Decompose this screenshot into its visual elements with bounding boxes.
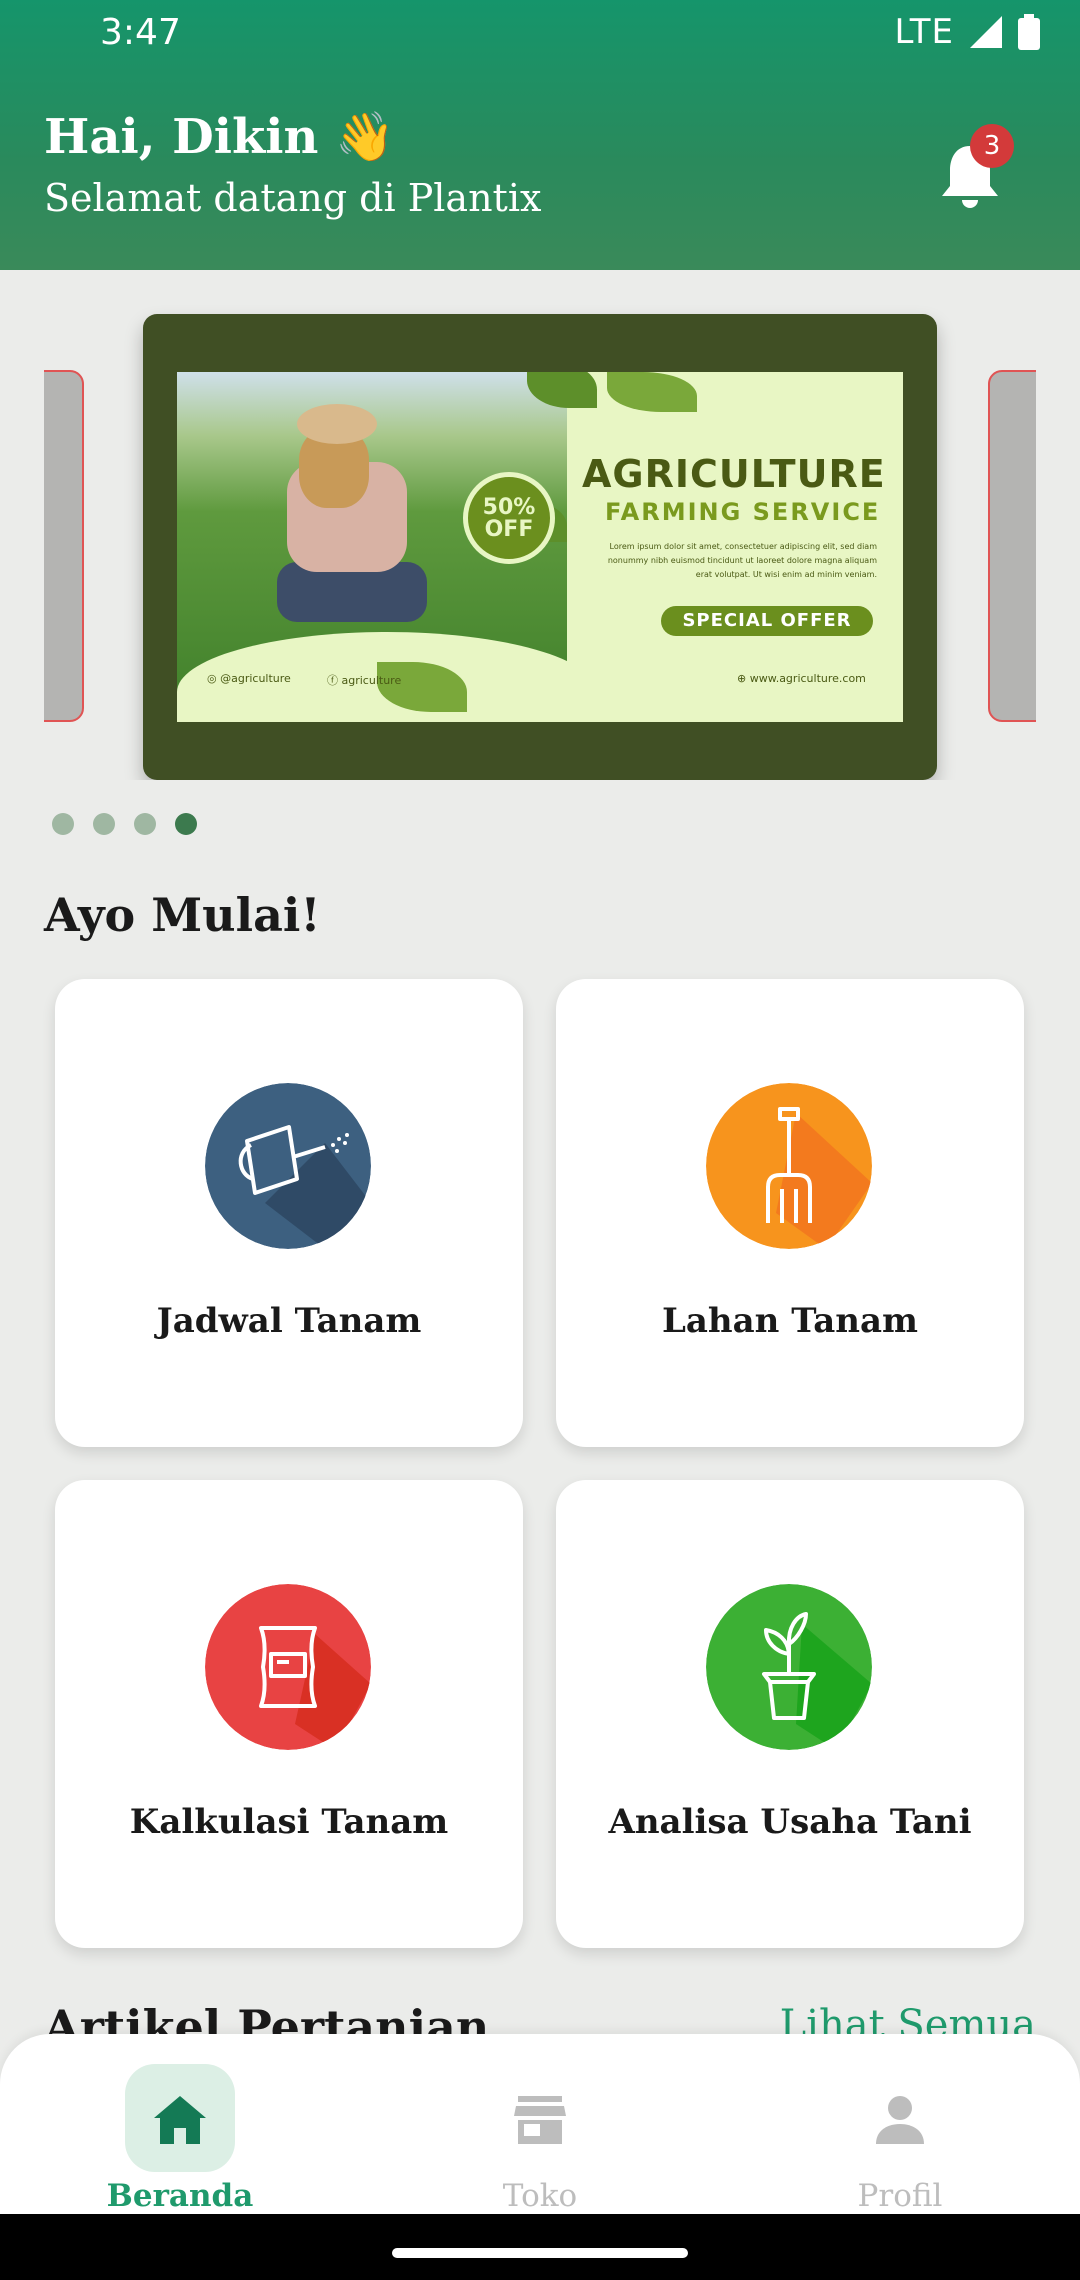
signal-icon — [970, 16, 1002, 48]
banner-website: ⊕ www.agriculture.com — [737, 672, 866, 685]
menu-card-label: Jadwal Tanam — [156, 1301, 422, 1341]
battery-icon — [1018, 14, 1040, 50]
welcome-text: Selamat datang di Plantix — [44, 176, 542, 220]
promo-carousel[interactable]: 50% OFF AGRICULTURE FARMING SERVICE Lore… — [44, 300, 1036, 780]
carousel-dot[interactable] — [52, 813, 74, 835]
carousel-dot-active[interactable] — [175, 813, 197, 835]
menu-card-kalkulasi-tanam[interactable]: Kalkulasi Tanam — [55, 1480, 523, 1948]
menu-card-lahan-tanam[interactable]: Lahan Tanam — [556, 979, 1024, 1447]
notification-badge: 3 — [970, 124, 1014, 168]
banner-body: Lorem ipsum dolor sit amet, consectetuer… — [607, 542, 877, 579]
carousel-indicator — [52, 813, 197, 835]
carousel-dot[interactable] — [134, 813, 156, 835]
offer-badge: 50% OFF — [463, 472, 555, 564]
status-bar: 3:47 LTE — [0, 0, 1080, 70]
menu-card-label: Analisa Usaha Tani — [608, 1802, 972, 1842]
promo-banner: 50% OFF AGRICULTURE FARMING SERVICE Lore… — [177, 372, 903, 722]
banner-subtitle: FARMING SERVICE — [605, 498, 881, 526]
menu-card-label: Kalkulasi Tanam — [129, 1802, 449, 1842]
greeting: Hai, Dikin 👋 — [44, 109, 395, 165]
watering-can-icon — [205, 1083, 371, 1249]
menu-card-analisa-usaha-tani[interactable]: Analisa Usaha Tani — [556, 1480, 1024, 1948]
nav-label: Toko — [502, 2178, 578, 2214]
potted-plant-icon — [706, 1584, 872, 1750]
carousel-prev-card[interactable] — [44, 370, 84, 722]
section-title: Ayo Mulai! — [44, 888, 321, 942]
special-offer-label: SPECIAL OFFER — [661, 606, 873, 636]
nav-label: Beranda — [106, 2178, 254, 2214]
banner-instagram: ◎ @agriculture — [207, 672, 291, 685]
network-type: LTE — [894, 12, 954, 52]
system-navigation-bar — [0, 2214, 1080, 2280]
fertilizer-sack-icon — [205, 1584, 371, 1750]
bottom-navigation: Beranda Toko Profil — [0, 2034, 1080, 2214]
status-indicators: LTE — [894, 12, 1040, 52]
nav-beranda[interactable]: Beranda — [80, 2050, 280, 2214]
home-gesture-handle[interactable] — [392, 2248, 688, 2258]
menu-card-label: Lahan Tanam — [661, 1301, 919, 1341]
nav-toko[interactable]: Toko — [440, 2050, 640, 2214]
home-icon — [154, 2096, 206, 2144]
leaf-decoration — [607, 372, 697, 412]
carousel-dot[interactable] — [93, 813, 115, 835]
person-icon — [876, 2096, 924, 2144]
app-header: 3:47 LTE Hai, Dikin 👋 Selamat datang di … — [0, 0, 1080, 270]
nav-profil[interactable]: Profil — [800, 2050, 1000, 2214]
nav-label: Profil — [857, 2178, 943, 2214]
menu-card-jadwal-tanam[interactable]: Jadwal Tanam — [55, 979, 523, 1447]
status-time: 3:47 — [100, 12, 181, 53]
store-icon — [514, 2096, 566, 2144]
carousel-next-card[interactable] — [988, 370, 1036, 722]
carousel-current-card[interactable]: 50% OFF AGRICULTURE FARMING SERVICE Lore… — [143, 314, 937, 780]
pitchfork-icon — [706, 1083, 872, 1249]
banner-title: AGRICULTURE — [582, 452, 886, 496]
banner-facebook: ⓕ agriculture — [327, 674, 402, 687]
